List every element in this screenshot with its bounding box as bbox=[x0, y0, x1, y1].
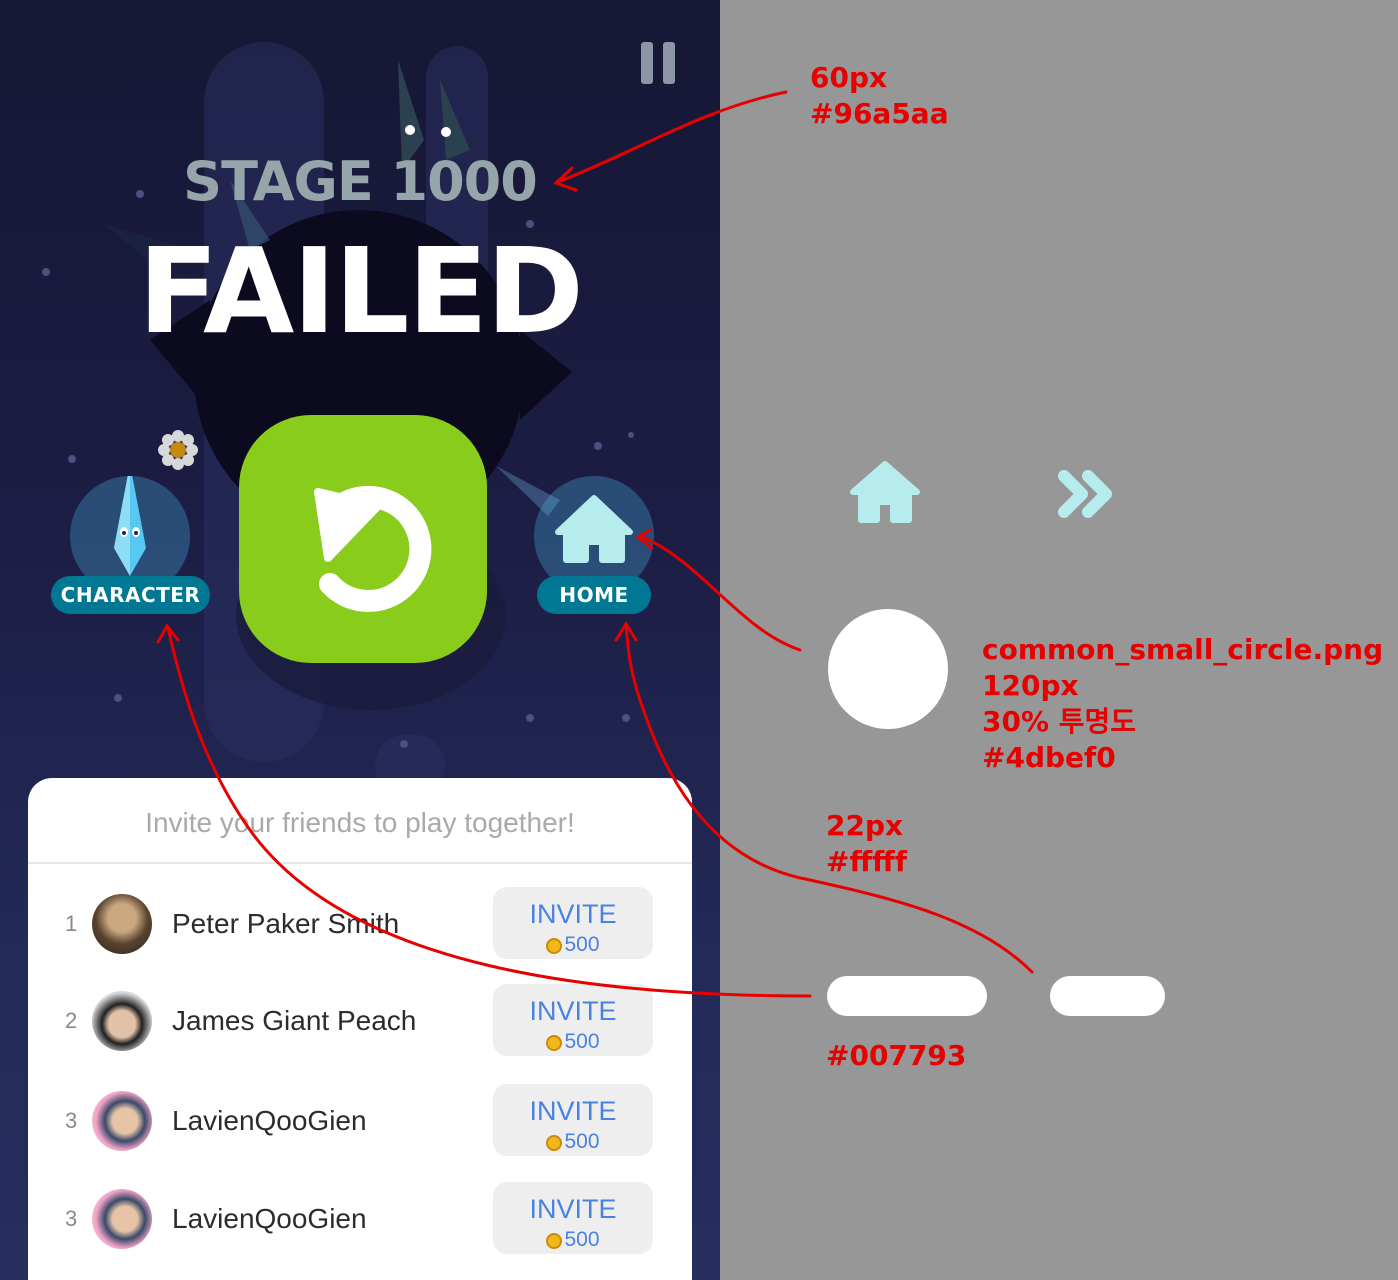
home-pill-sample bbox=[1050, 976, 1165, 1016]
title-spec-size: 60px bbox=[810, 61, 888, 94]
pill-color-annotation: #007793 bbox=[826, 1039, 967, 1072]
friend-name: James Giant Peach bbox=[172, 1005, 417, 1036]
reward-amount: 500 bbox=[564, 1130, 600, 1153]
game-screen: STAGE 1000 FAILED CHARACTER HOME Invite … bbox=[0, 0, 720, 1280]
friend-rank: 2 bbox=[65, 1008, 78, 1033]
fast-forward-icon-sample bbox=[1058, 470, 1112, 518]
pause-icon[interactable] bbox=[641, 42, 675, 84]
reward: 500 bbox=[493, 933, 653, 957]
label-spec-size: 22px bbox=[826, 809, 904, 842]
invite-button[interactable]: INVITE 500 bbox=[493, 1182, 653, 1254]
circle-spec-annotation: common_small_circle.png 120px 30% 투명도 #4… bbox=[982, 632, 1383, 776]
stage-title: STAGE 1000 bbox=[183, 150, 538, 213]
label-spec-annotation: 22px #fffff bbox=[826, 808, 907, 880]
invite-panel: Invite your friends to play together! 1 … bbox=[28, 778, 692, 1280]
friend-avatar bbox=[92, 1189, 152, 1249]
invite-button-label: INVITE bbox=[529, 996, 617, 1026]
friend-row: 1 Peter Paker Smith INVITE 500 bbox=[28, 875, 692, 973]
invite-button-label: INVITE bbox=[529, 1096, 617, 1126]
friend-rank: 3 bbox=[65, 1206, 78, 1231]
reward: 500 bbox=[493, 1130, 653, 1154]
circle-spec-opacity: 30% 투명도 bbox=[982, 705, 1137, 738]
friend-avatar bbox=[92, 1091, 152, 1151]
title-spec-annotation: 60px #96a5aa bbox=[810, 60, 949, 132]
label-spec-color: #fffff bbox=[826, 845, 908, 878]
reward-amount: 500 bbox=[564, 933, 600, 956]
home-icon-sample bbox=[850, 461, 920, 523]
coin-icon bbox=[546, 1035, 563, 1051]
home-label[interactable]: HOME bbox=[537, 576, 651, 614]
friend-row: 2 James Giant Peach INVITE 500 bbox=[28, 972, 692, 1070]
reward-amount: 500 bbox=[564, 1228, 600, 1251]
retry-icon bbox=[314, 485, 432, 612]
invite-button[interactable]: INVITE 500 bbox=[493, 1084, 653, 1156]
invite-button-label: INVITE bbox=[529, 899, 617, 929]
small-circle-sample bbox=[828, 609, 948, 729]
invite-button[interactable]: INVITE 500 bbox=[493, 887, 653, 959]
character-label[interactable]: CHARACTER bbox=[51, 576, 210, 614]
failed-title: FAILED bbox=[137, 222, 584, 360]
reward: 500 bbox=[493, 1030, 653, 1054]
coin-icon bbox=[546, 938, 563, 954]
retry-button[interactable] bbox=[239, 415, 487, 663]
circle-spec-color: #4dbef0 bbox=[982, 741, 1116, 774]
friend-avatar bbox=[92, 894, 152, 954]
circle-spec-size: 120px bbox=[982, 669, 1079, 702]
friend-name: LavienQooGien bbox=[172, 1105, 367, 1136]
coin-icon bbox=[546, 1135, 563, 1151]
friend-row: 3 LavienQooGien INVITE 500 bbox=[28, 1170, 692, 1268]
friend-name: Peter Paker Smith bbox=[172, 908, 400, 939]
invite-button[interactable]: INVITE 500 bbox=[493, 984, 653, 1056]
invite-header: Invite your friends to play together! bbox=[28, 778, 692, 864]
reward-amount: 500 bbox=[564, 1030, 600, 1053]
invite-button-label: INVITE bbox=[529, 1194, 617, 1224]
character-pill-sample bbox=[827, 976, 987, 1016]
circle-spec-file: common_small_circle.png bbox=[982, 633, 1384, 666]
title-spec-color: #96a5aa bbox=[810, 97, 949, 130]
friend-row: 3 LavienQooGien INVITE 500 bbox=[28, 1072, 692, 1170]
coin-icon bbox=[546, 1233, 563, 1249]
friend-avatar bbox=[92, 991, 152, 1051]
flower-icon bbox=[158, 430, 198, 470]
friend-rank: 3 bbox=[65, 1108, 78, 1133]
friend-name: LavienQooGien bbox=[172, 1203, 367, 1234]
reward: 500 bbox=[493, 1228, 653, 1252]
friend-rank: 1 bbox=[65, 911, 78, 936]
